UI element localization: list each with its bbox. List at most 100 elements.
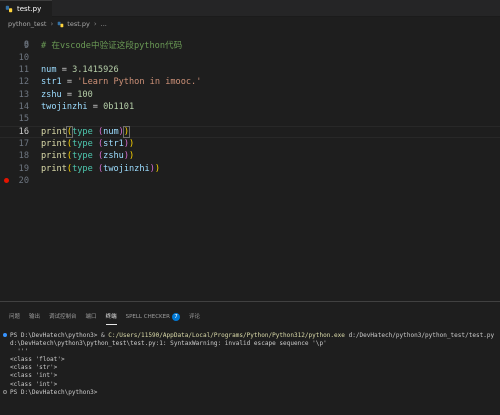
code-text: print(type (num)) <box>41 125 131 138</box>
code-text: zshu = 100 <box>41 89 93 101</box>
terminal-text: PS D:\DevHatech\python3> <box>10 388 102 396</box>
terminal-line: PS D:\DevHatech\python3> <box>3 389 500 397</box>
line-number: 10 <box>18 52 29 63</box>
line-number: 11 <box>18 65 29 76</box>
code-token: ) <box>154 163 161 174</box>
code-line: 15 <box>0 113 500 125</box>
terminal-text: PS D:\DevHatech\python3> & <box>10 332 109 339</box>
panel-tab-label: 输出 <box>29 314 41 320</box>
code-line: 17 print(type (str1)) <box>0 138 500 150</box>
code-text: num = 3.1415926 <box>41 64 119 76</box>
bottom-panel: 问题 输出 调试控制台 端口 终端 SPELL CHECKER 7 评论 PS D:\DevH… <box>0 301 500 415</box>
terminal-text: d:/DevHatech/python3/python_test/test.py <box>344 332 495 339</box>
terminal-text: ''' <box>10 348 29 356</box>
terminal-text: C:/Users/11590/AppData/Local/Programs/Py… <box>108 332 345 339</box>
panel-tab-0[interactable]: 问题 <box>9 310 20 324</box>
code-text: print(type (zshu)) <box>41 150 134 162</box>
code-line: 12 str1 = 'Learn Python in imooc.' <box>0 76 500 88</box>
code-line: 20 <box>0 175 500 187</box>
code-token: print <box>41 163 67 174</box>
terminal-output[interactable]: PS D:\DevHatech\python3> & C:/Users/1159… <box>3 332 500 397</box>
code-token: ) <box>129 151 135 162</box>
terminal-text: <class 'int'> <box>10 372 58 380</box>
panel-tab-label: 问题 <box>9 314 21 320</box>
code-line: 19 print(type (twojinzhi)) <box>0 163 500 175</box>
code-token: str1 <box>41 77 62 88</box>
code-token: = <box>56 65 73 76</box>
code-line: 16 print(type (num)) <box>0 125 500 138</box>
code-line: 10 <box>0 52 500 64</box>
panel-tab-label: 评论 <box>188 314 200 320</box>
code-token: = <box>61 77 78 88</box>
code-text: str1 = 'Learn Python in imooc.' <box>41 76 201 88</box>
code-token: str1 <box>103 138 124 149</box>
terminal-text: <class 'float'> <box>10 356 65 364</box>
terminal-text: <class 'str'> <box>10 364 58 372</box>
line-number: 18 <box>18 151 29 162</box>
code-line: 8 <box>0 27 500 50</box>
code-line: 14 twojinzhi = 0b1101 <box>0 101 500 113</box>
line-number: 12 <box>18 77 29 88</box>
code-token: = <box>61 89 78 100</box>
code-line: 18 print(type (zshu)) <box>0 150 500 162</box>
panel-tab-label: 调试控制台 <box>49 314 77 320</box>
line-number: 20 <box>18 175 29 186</box>
code-token: num <box>41 65 57 76</box>
line-number: 16 <box>18 126 29 137</box>
code-token: 3.1415926 <box>72 65 119 76</box>
line-number: 9 <box>23 40 29 51</box>
code-token: type <box>72 151 93 162</box>
editor-tab-bar: test.py <box>0 0 500 17</box>
code-token: # 在vscode中验证这段python代码 <box>41 40 183 51</box>
panel-tab-4[interactable]: 终端 <box>105 310 117 325</box>
terminal-text: d:\DevHatech\python3\python_test\test.py… <box>10 340 327 348</box>
code-token: ) <box>129 138 135 149</box>
line-number: 14 <box>18 102 29 112</box>
code-token: print <box>41 151 67 162</box>
tab-test-py[interactable]: test.py <box>0 0 52 17</box>
terminal-line: <class 'float'> <box>3 356 500 364</box>
tab-label: test.py <box>17 5 42 13</box>
count-badge: 7 <box>171 312 180 321</box>
code-token: ) <box>122 125 131 138</box>
command-status-icon[interactable] <box>3 389 7 394</box>
code-editor[interactable]: 8 9 # 在vscode中验证这段python代码 10 11 num = 3.141… <box>0 31 500 301</box>
code-token: 'Learn Python in imooc.' <box>77 77 202 88</box>
code-token: type <box>72 138 93 149</box>
code-token: = <box>87 102 104 112</box>
code-token: print <box>41 126 67 137</box>
terminal-line: <class 'int'> <box>3 381 500 389</box>
code-token: zshu <box>103 151 124 162</box>
line-number: 17 <box>18 138 29 149</box>
code-line: 11 num = 3.1415926 <box>0 64 500 76</box>
code-text: print(type (str1)) <box>41 138 134 150</box>
terminal-line: d:\DevHatech\python3\python_test\test.py… <box>3 340 500 348</box>
code-token: twojinzhi <box>103 163 150 174</box>
python-file-icon <box>5 5 13 13</box>
code-token: type <box>72 163 93 174</box>
line-number: 19 <box>18 163 29 174</box>
panel-tab-5[interactable]: SPELL CHECKER 7 <box>126 310 180 324</box>
panel-tab-6[interactable]: 评论 <box>189 310 200 324</box>
terminal-line: <class 'int'> <box>3 372 500 380</box>
panel-tab-label: 终端 <box>105 314 117 320</box>
code-line: 9 # 在vscode中验证这段python代码 <box>0 40 500 52</box>
panel-tab-bar: 问题 输出 调试控制台 端口 终端 SPELL CHECKER 7 评论 <box>0 310 200 325</box>
line-number: 15 <box>18 114 29 125</box>
panel-tab-2[interactable]: 调试控制台 <box>49 310 77 324</box>
code-token: 100 <box>77 89 93 100</box>
code-text: print(type (twojinzhi)) <box>41 163 160 175</box>
command-status-icon[interactable] <box>3 333 7 337</box>
terminal-line: PS D:\DevHatech\python3> & C:/Users/1159… <box>3 332 500 340</box>
code-token: twojinzhi <box>41 102 88 112</box>
code-line: 13 zshu = 100 <box>0 89 500 101</box>
panel-tab-1[interactable]: 输出 <box>29 310 40 324</box>
terminal-line: <class 'str'> <box>3 364 500 372</box>
code-token: type <box>72 126 93 137</box>
code-text: twojinzhi = 0b1101 <box>41 101 134 113</box>
panel-tab-label: 端口 <box>85 314 97 320</box>
line-number: 13 <box>18 89 29 100</box>
panel-tab-3[interactable]: 端口 <box>86 310 97 324</box>
code-token: print <box>41 138 67 149</box>
terminal-text: <class 'int'> <box>10 380 58 388</box>
